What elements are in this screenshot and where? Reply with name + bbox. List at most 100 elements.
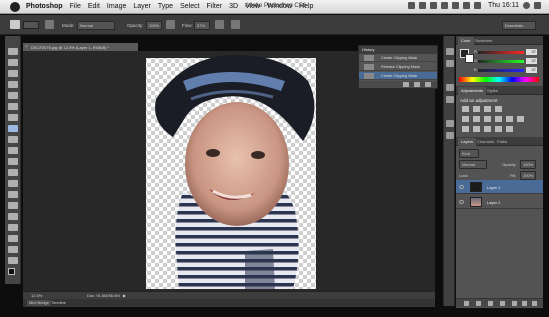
posterize-icon[interactable] <box>473 126 480 132</box>
history-title[interactable]: History <box>362 47 374 52</box>
blur-tool-icon[interactable] <box>8 180 18 187</box>
marquee-tool-icon[interactable] <box>8 59 18 66</box>
history-panel-icon[interactable] <box>446 48 454 55</box>
zoom-level[interactable]: 12.5% <box>31 293 42 298</box>
exposure-icon[interactable] <box>495 106 502 112</box>
new-layer-icon[interactable] <box>522 301 527 306</box>
brush-tool-icon[interactable] <box>8 125 18 132</box>
bluetooth-icon[interactable] <box>418 2 426 9</box>
photo-filter-icon[interactable] <box>506 116 513 122</box>
history-entry[interactable]: Create Clipping Mask <box>359 54 437 62</box>
visibility-eye-icon[interactable] <box>459 185 464 189</box>
spotlight-icon[interactable] <box>523 2 530 9</box>
menu-select[interactable]: Select <box>180 3 199 10</box>
time-machine-icon[interactable] <box>429 2 437 9</box>
eyedropper-tool-icon[interactable] <box>8 103 18 110</box>
character-panel-icon[interactable] <box>446 120 454 127</box>
menu-filter[interactable]: Filter <box>207 3 223 10</box>
green-channel-slider[interactable] <box>478 60 524 63</box>
flow-input[interactable]: 57% <box>194 21 210 30</box>
brush-size-picker[interactable] <box>23 21 39 29</box>
red-channel-value[interactable]: 37 <box>526 49 537 55</box>
pressure-size-icon[interactable] <box>231 20 240 29</box>
color-spectrum-ramp[interactable] <box>459 77 539 82</box>
history-entry-selected[interactable]: Create Clipping Mask <box>359 72 437 80</box>
layer-fill-input[interactable]: 100% <box>520 171 536 180</box>
brush-panel-icon[interactable] <box>45 20 54 29</box>
new-snapshot-icon[interactable] <box>414 82 420 87</box>
pressure-opacity-icon[interactable] <box>166 20 175 29</box>
hue-saturation-icon[interactable] <box>473 116 480 122</box>
red-channel-slider[interactable] <box>478 51 524 54</box>
delete-layer-icon[interactable] <box>532 301 537 306</box>
history-entry[interactable]: Release Clipping Mask <box>359 63 437 71</box>
tab-styles[interactable]: Styles <box>484 87 501 95</box>
dropbox-icon[interactable] <box>407 2 415 9</box>
layer-style-icon[interactable] <box>476 301 481 306</box>
green-channel-value[interactable]: 37 <box>526 58 537 64</box>
document-tab[interactable]: DSCF2076.jpg @ 12.5% (Layer 1, RGB/8) * <box>23 43 138 51</box>
pen-tool-icon[interactable] <box>8 202 18 209</box>
blend-mode-select[interactable]: Normal <box>459 160 487 169</box>
add-mask-icon[interactable] <box>488 301 493 306</box>
healing-brush-tool-icon[interactable] <box>8 114 18 121</box>
move-tool-icon[interactable] <box>8 48 18 55</box>
tab-swatches[interactable]: Swatches <box>472 37 495 45</box>
lasso-tool-icon[interactable] <box>8 70 18 77</box>
info-panel-icon[interactable] <box>446 84 454 91</box>
clone-stamp-tool-icon[interactable] <box>8 136 18 143</box>
new-adjustment-layer-icon[interactable] <box>500 301 505 306</box>
vibrance-icon[interactable] <box>462 116 469 122</box>
hand-tool-icon[interactable] <box>8 246 18 253</box>
menu-3d[interactable]: 3D <box>229 3 238 10</box>
shape-tool-icon[interactable] <box>8 235 18 242</box>
actions-panel-icon[interactable] <box>446 60 454 67</box>
menu-app-name[interactable]: Photoshop <box>26 3 63 10</box>
notification-center-icon[interactable] <box>534 2 541 9</box>
background-color-chip[interactable] <box>465 54 474 63</box>
brush-preset-icon[interactable] <box>10 20 20 29</box>
invert-icon[interactable] <box>462 126 469 132</box>
layer-opacity-input[interactable]: 100% <box>520 160 536 169</box>
tab-adjustments[interactable]: Adjustments <box>458 87 487 95</box>
airbrush-icon[interactable] <box>215 20 224 29</box>
menu-edit[interactable]: Edit <box>88 3 100 10</box>
menu-type[interactable]: Type <box>158 3 173 10</box>
layer-row[interactable]: Layer 2 <box>456 195 543 209</box>
battery-icon[interactable] <box>462 2 470 9</box>
link-layers-icon[interactable] <box>464 301 469 306</box>
tab-mini-bridge[interactable]: Mini Bridge <box>27 300 52 306</box>
status-menu-arrow-icon[interactable]: ▶ <box>123 293 126 298</box>
foreground-color-swatch[interactable] <box>8 268 15 275</box>
close-document-icon[interactable]: × <box>25 45 29 50</box>
black-white-icon[interactable] <box>495 116 502 122</box>
color-balance-icon[interactable] <box>484 116 491 122</box>
tab-timeline[interactable]: Timeline <box>51 300 66 306</box>
menu-layer[interactable]: Layer <box>133 3 151 10</box>
menu-file[interactable]: File <box>70 3 81 10</box>
new-document-from-state-icon[interactable] <box>403 82 409 87</box>
paragraph-panel-icon[interactable] <box>446 132 454 139</box>
wifi-icon[interactable] <box>440 2 448 9</box>
history-brush-tool-icon[interactable] <box>8 147 18 154</box>
gradient-tool-icon[interactable] <box>8 169 18 176</box>
blue-channel-value[interactable]: 37 <box>526 67 537 73</box>
doc-size-info[interactable]: Doc: 91.6M/56.9M <box>87 293 120 298</box>
apple-icon[interactable] <box>10 1 20 12</box>
dodge-tool-icon[interactable] <box>8 191 18 198</box>
eraser-tool-icon[interactable] <box>8 158 18 165</box>
brush-presets-panel-icon[interactable] <box>446 96 454 103</box>
zoom-tool-icon[interactable] <box>8 257 18 264</box>
workspace-switcher[interactable]: Essentials <box>502 21 536 30</box>
levels-icon[interactable] <box>473 106 480 112</box>
flag-icon[interactable] <box>473 2 481 9</box>
tab-paths[interactable]: Paths <box>494 138 510 146</box>
crop-tool-icon[interactable] <box>8 92 18 99</box>
opacity-input[interactable]: 100% <box>146 21 162 30</box>
menu-image[interactable]: Image <box>107 3 126 10</box>
visibility-eye-icon[interactable] <box>459 200 464 204</box>
threshold-icon[interactable] <box>484 126 491 132</box>
menu-clock[interactable]: Thu 16:11 <box>488 2 519 9</box>
brightness-contrast-icon[interactable] <box>462 106 469 112</box>
mode-select[interactable]: Normal <box>77 21 115 30</box>
